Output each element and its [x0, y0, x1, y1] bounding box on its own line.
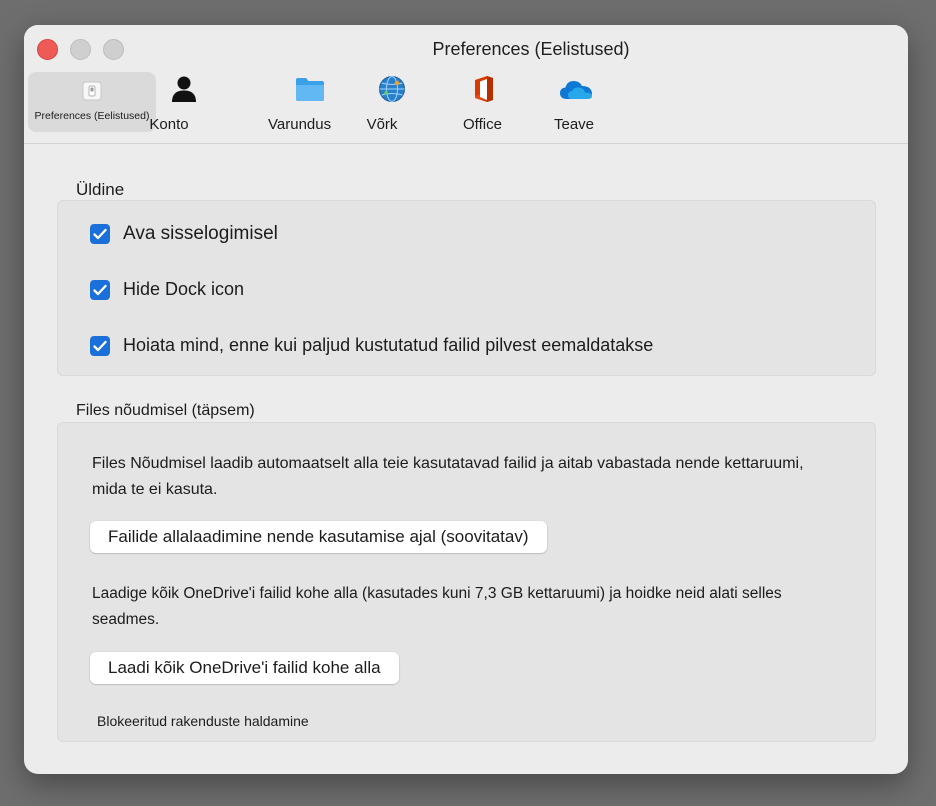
option-label: Hide Dock icon [123, 279, 245, 299]
switch-icon [81, 76, 103, 106]
tab-office[interactable]: Office [463, 72, 502, 133]
tab-label: Teave [554, 116, 595, 133]
option-label: Hoiata mind, enne kui paljud kustutatud … [123, 335, 654, 355]
toolbar: Preferences (Eelistused) Preferences (Ee… [24, 25, 908, 144]
tab-label: Konto [149, 116, 189, 133]
tab-konto[interactable]: Konto [149, 72, 199, 133]
checkbox-checked[interactable] [90, 279, 110, 300]
checkmark-icon [93, 228, 107, 240]
folder-icon [295, 72, 325, 106]
option-warn-cloud-delete[interactable]: Hoiata mind, enne kui paljud kustutatud … [90, 335, 653, 356]
tab-label: Office [463, 116, 502, 133]
tab-label: Võrk [366, 116, 398, 133]
files-on-demand-panel: Files Nõudmisel laadib automaatselt alla… [57, 422, 876, 742]
office-icon [472, 72, 496, 106]
checkbox-checked[interactable] [90, 335, 110, 356]
files-on-demand-description: Files Nõudmisel laadib automaatselt alla… [92, 455, 804, 498]
download-all-description: Laadige kõik OneDrive'i failid kohe alla… [92, 585, 782, 628]
option-open-at-login[interactable]: Ava sisselogimisel [90, 223, 278, 245]
globe-icon [378, 72, 406, 106]
files-on-demand-section-title: Files nõudmisel (täpsem) [76, 402, 255, 419]
onedrive-cloud-icon [559, 72, 593, 106]
manage-blocked-apps-link[interactable]: Blokeeritud rakenduste haldamine [97, 713, 309, 729]
tab-preferences[interactable]: Preferences (Eelistused) [28, 72, 156, 132]
checkbox-checked[interactable] [90, 224, 110, 244]
preferences-window: Preferences (Eelistused) Preferences (Ee… [24, 25, 908, 774]
tab-label: Varundus [268, 116, 332, 133]
checkmark-icon [93, 340, 107, 351]
tab-varundus[interactable]: Varundus [268, 72, 331, 133]
option-hide-dock-icon[interactable]: Hide Dock icon [90, 279, 244, 300]
option-label: Ava sisselogimisel [123, 223, 278, 244]
person-icon [169, 72, 199, 106]
tab-label: Preferences (Eelistused) [34, 110, 150, 122]
general-section-title: Üldine [76, 180, 125, 199]
download-all-button[interactable]: Laadi kõik OneDrive'i failid kohe alla [90, 652, 399, 684]
download-on-use-button[interactable]: Failide allalaadimine nende kasutamise a… [90, 521, 547, 553]
window-title: Preferences (Eelistused) [432, 39, 630, 59]
tab-teave[interactable]: Teave [554, 72, 594, 133]
tab-vork[interactable]: Võrk [358, 72, 406, 133]
checkmark-icon [93, 284, 107, 295]
general-panel: Ava sisselogimisel Hide Dock icon Hoiata… [57, 200, 876, 376]
